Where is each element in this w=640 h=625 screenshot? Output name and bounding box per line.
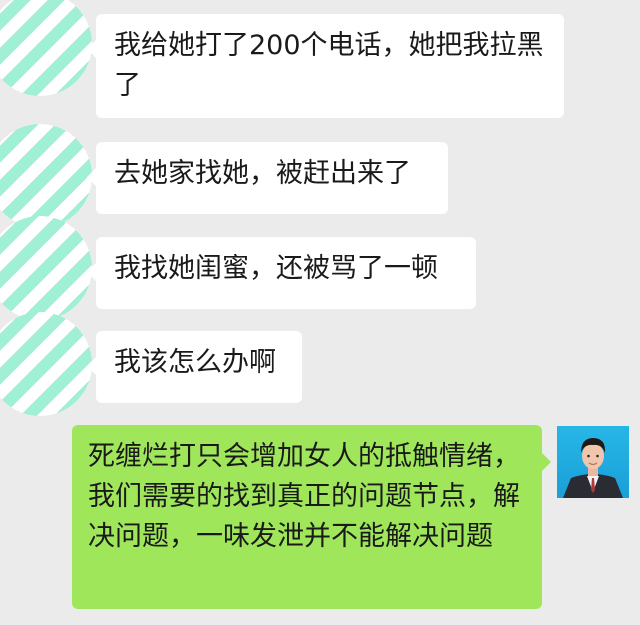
profile-avatar[interactable]	[557, 426, 629, 498]
contact-avatar-4[interactable]	[0, 312, 92, 416]
outgoing-message-1[interactable]: 死缠烂打只会增加女人的抵触情绪，我们需要的找到真正的问题节点，解决问题，一味发泄…	[72, 425, 551, 609]
incoming-message-1[interactable]: 我给她打了200个电话，她把我拉黑了	[87, 14, 564, 118]
incoming-message-4[interactable]: 我该怎么办啊	[87, 331, 302, 403]
contact-avatar-2[interactable]	[0, 124, 92, 228]
profile-photo-icon	[563, 438, 623, 498]
contact-avatar-3[interactable]	[0, 216, 92, 320]
contact-avatar-1[interactable]	[0, 0, 92, 96]
incoming-message-3[interactable]: 我找她闺蜜，还被骂了一顿	[87, 237, 476, 309]
incoming-message-2[interactable]: 去她家找她，被赶出来了	[87, 142, 448, 214]
